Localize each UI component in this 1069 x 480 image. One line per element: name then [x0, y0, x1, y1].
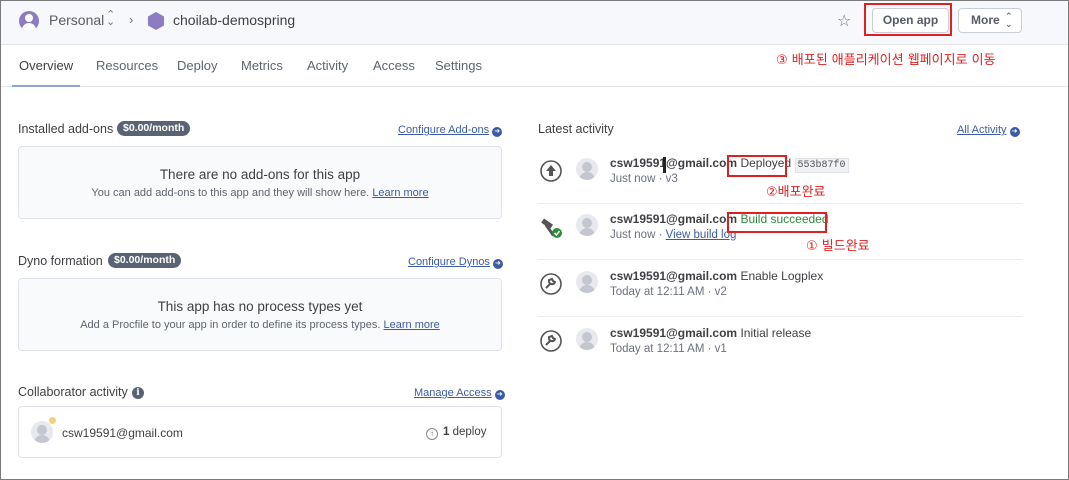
activity-action: Enable Logplex: [740, 269, 824, 283]
owner-crown-icon: [48, 416, 57, 425]
activity-user-avatar: [576, 158, 598, 180]
addons-price-badge: $0.00/month: [117, 121, 191, 136]
annotation-deployed-note: ②배포완료: [766, 185, 826, 200]
activity-user: csw19591@gmail.com: [610, 269, 738, 283]
activity-row-initial: csw19591@gmail.com Initial release Today…: [538, 318, 1022, 374]
dynos-price-badge: $0.00/month: [108, 253, 182, 268]
activity-user: csw19591@gmail.com: [610, 212, 738, 226]
tab-activity[interactable]: Activity: [307, 58, 348, 73]
more-button[interactable]: More ⌃ ⌄: [958, 8, 1022, 33]
activity-meta: Just now · v3: [610, 173, 678, 185]
tab-overview[interactable]: Overview: [19, 58, 73, 73]
activity-title: Latest activity: [538, 122, 614, 136]
activity-user-avatar: [576, 214, 598, 236]
configure-dynos-link[interactable]: Configure Dynos ➜: [408, 256, 503, 269]
tab-settings[interactable]: Settings: [435, 58, 482, 73]
manage-access-label: Manage Access: [414, 387, 492, 399]
text-cursor-icon: [663, 157, 666, 173]
deploy-up-icon: ↑: [426, 428, 438, 440]
activity-version: v2: [714, 286, 727, 298]
configure-addons-label: Configure Add-ons: [398, 124, 490, 136]
dynos-empty-state: This app has no process types yet Add a …: [18, 278, 502, 351]
activity-summary: csw19591@gmail.com Enable Logplex: [610, 269, 823, 283]
annotation-open-app-highlight: [864, 3, 952, 36]
app-name[interactable]: choilab-demospring: [173, 12, 295, 28]
all-activity-link[interactable]: All Activity ➜: [957, 124, 1020, 137]
activity-user-avatar: [576, 271, 598, 293]
deploy-count-value: 1: [443, 426, 450, 438]
configure-addons-link[interactable]: Configure Add-ons ➜: [398, 124, 503, 137]
dynos-empty-desc: Add a Procfile to your app in order to d…: [80, 319, 381, 331]
build-hammer-icon: [541, 218, 562, 238]
activity-version: v3: [665, 173, 678, 185]
activity-time: Today at 12:11 AM: [610, 286, 705, 298]
favorite-star-icon[interactable]: ☆: [837, 11, 851, 31]
dynos-empty-desc-line: Add a Procfile to your app in order to d…: [19, 319, 501, 331]
dynos-title: Dyno formation: [18, 254, 103, 268]
active-tab-indicator: [12, 85, 80, 87]
arrow-right-icon: ➜: [494, 390, 505, 400]
manage-access-link[interactable]: Manage Access ➜: [414, 387, 505, 400]
addons-empty-desc-line: You can add add-ons to this app and they…: [19, 187, 501, 199]
activity-version: v1: [714, 343, 727, 355]
addons-title: Installed add-ons: [18, 122, 114, 136]
addons-learn-more-link[interactable]: Learn more: [372, 187, 428, 199]
collaborator-deploy-count: ↑ 1 deploy: [426, 426, 487, 440]
activity-user-avatar: [576, 328, 598, 350]
annotation-build-highlight: [727, 212, 827, 233]
deploy-upload-icon: [540, 160, 562, 182]
activity-user: csw19591@gmail.com: [610, 326, 738, 340]
annotation-open-app-note: ③ 배포된 애플리케이션 웹페이지로 이동: [776, 53, 996, 68]
arrow-right-icon: ➜: [492, 127, 503, 137]
commit-hash: 553b87f0: [794, 158, 849, 173]
info-icon[interactable]: i: [132, 387, 144, 399]
arrow-right-icon: ➜: [492, 259, 503, 269]
addons-empty-state: There are no add-ons for this app You ca…: [18, 146, 502, 219]
activity-row-logplex: csw19591@gmail.com Enable Logplex Today …: [538, 261, 1022, 317]
team-switcher-label[interactable]: Personal: [49, 12, 104, 28]
team-switcher-chevron-icon[interactable]: ⌃ ⌄: [106, 10, 115, 28]
collaborator-email: csw19591@gmail.com: [62, 426, 183, 440]
breadcrumb-chevron-icon: ›: [129, 12, 134, 27]
annotation-deployed-highlight: [727, 155, 787, 177]
activity-meta: Today at 12:11 AM · v1: [610, 343, 727, 355]
activity-meta: Just now · View build log: [610, 229, 737, 241]
tab-metrics[interactable]: Metrics: [241, 58, 283, 73]
activity-time: Just now: [610, 229, 656, 241]
dynos-empty-title: This app has no process types yet: [157, 299, 363, 314]
app-hexagon-icon: [148, 12, 164, 30]
activity-summary: csw19591@gmail.com Initial release: [610, 326, 811, 340]
arrow-right-icon: ➜: [1009, 127, 1020, 137]
wrench-icon: [540, 330, 562, 352]
addons-empty-title: There are no add-ons for this app: [159, 167, 361, 182]
addons-empty-desc: You can add add-ons to this app and they…: [91, 187, 370, 199]
all-activity-label: All Activity: [957, 124, 1007, 136]
configure-dynos-label: Configure Dynos: [408, 256, 490, 268]
deploy-count-label: deploy: [452, 426, 487, 438]
tab-access[interactable]: Access: [373, 58, 415, 73]
tab-resources[interactable]: Resources: [96, 58, 158, 73]
team-avatar-icon[interactable]: [19, 11, 39, 31]
more-button-label: More: [971, 13, 1000, 27]
collaborators-title: Collaborator activity: [18, 385, 128, 399]
activity-time: Today at 12:11 AM: [610, 343, 705, 355]
activity-time: Just now: [610, 173, 656, 185]
tab-deploy[interactable]: Deploy: [177, 58, 217, 73]
activity-action: Initial release: [740, 326, 812, 340]
wrench-icon: [540, 273, 562, 295]
dynos-learn-more-link[interactable]: Learn more: [384, 319, 440, 331]
view-build-log-link[interactable]: View build log: [666, 229, 737, 241]
more-chevron-icon: ⌃ ⌄: [1005, 11, 1013, 29]
annotation-build-note: ① 빌드완료: [806, 239, 870, 254]
activity-user: csw19591@gmail.com: [610, 156, 738, 170]
activity-meta: Today at 12:11 AM · v2: [610, 286, 727, 298]
